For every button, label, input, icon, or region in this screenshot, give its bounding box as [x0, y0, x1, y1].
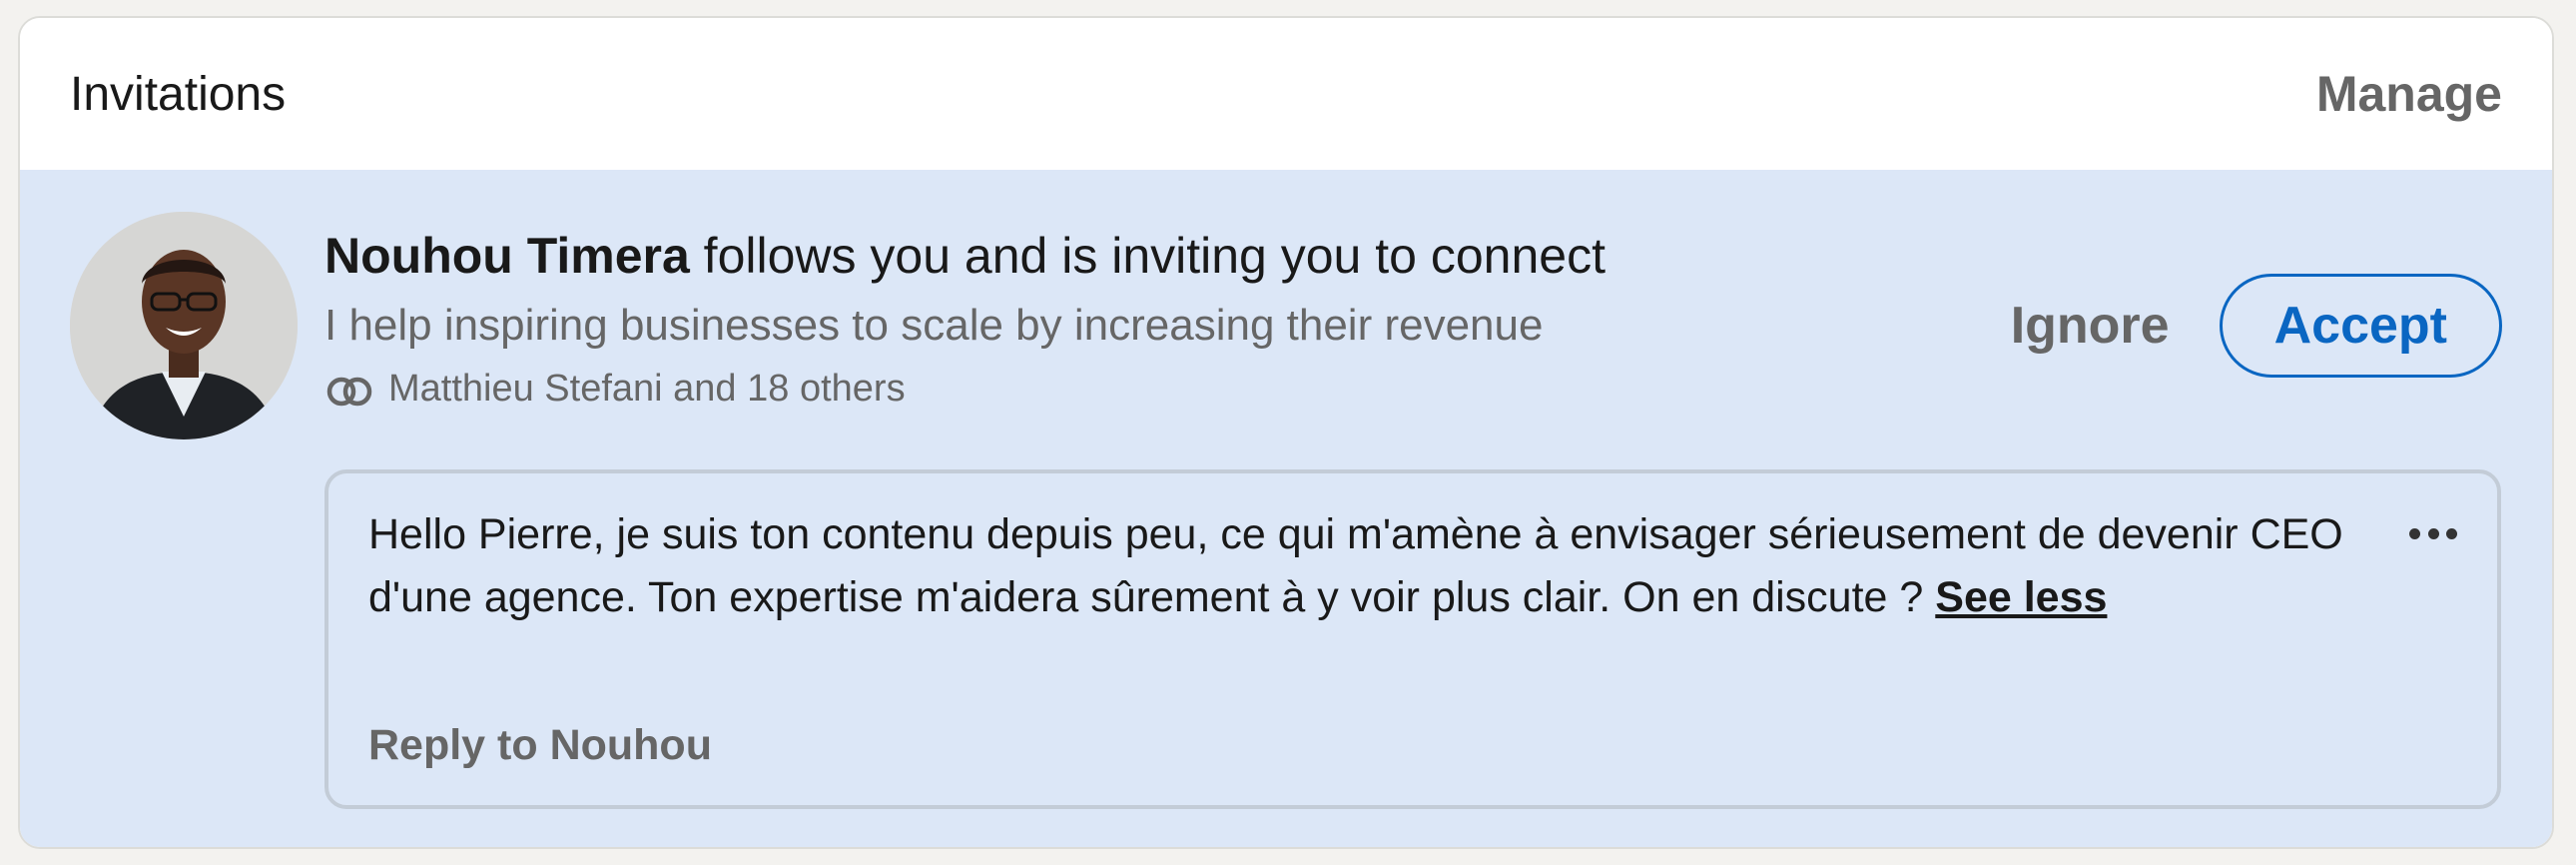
see-less-link[interactable]: See less [1935, 573, 2107, 621]
mutual-connections-label: Matthieu Stefani and 18 others [388, 368, 906, 410]
more-options-icon[interactable] [2409, 525, 2457, 541]
invitation-message: Hello Pierre, je suis ton contenu depuis… [324, 469, 2501, 809]
card-header: Invitations Manage [20, 18, 2552, 170]
invitation-info: Nouhou Timera follows you and is invitin… [324, 226, 1606, 412]
invitations-card: Invitations Manage Nouhou Timera follows… [18, 16, 2554, 849]
invitation-actions: Ignore Accept [2011, 274, 2502, 378]
accept-button[interactable]: Accept [2219, 274, 2502, 378]
avatar[interactable] [70, 212, 298, 439]
page-title: Invitations [70, 67, 287, 121]
profile-photo-icon [70, 212, 298, 439]
sender-headline: I help inspiring businesses to scale by … [324, 301, 1544, 350]
manage-link[interactable]: Manage [2316, 65, 2502, 123]
invitation-title: Nouhou Timera follows you and is invitin… [324, 226, 1606, 286]
ignore-button[interactable]: Ignore [2011, 296, 2170, 356]
invitation-action-text: follows you and is inviting you to conne… [689, 228, 1606, 284]
message-text: Hello Pierre, je suis ton contenu depuis… [368, 503, 2345, 629]
invitation-item: Nouhou Timera follows you and is invitin… [20, 170, 2552, 847]
mutual-connections-icon [324, 373, 376, 407]
mutual-connections[interactable]: Matthieu Stefani and 18 others [324, 366, 1606, 412]
reply-link[interactable]: Reply to Nouhou [368, 721, 712, 770]
sender-name[interactable]: Nouhou Timera [324, 228, 690, 284]
